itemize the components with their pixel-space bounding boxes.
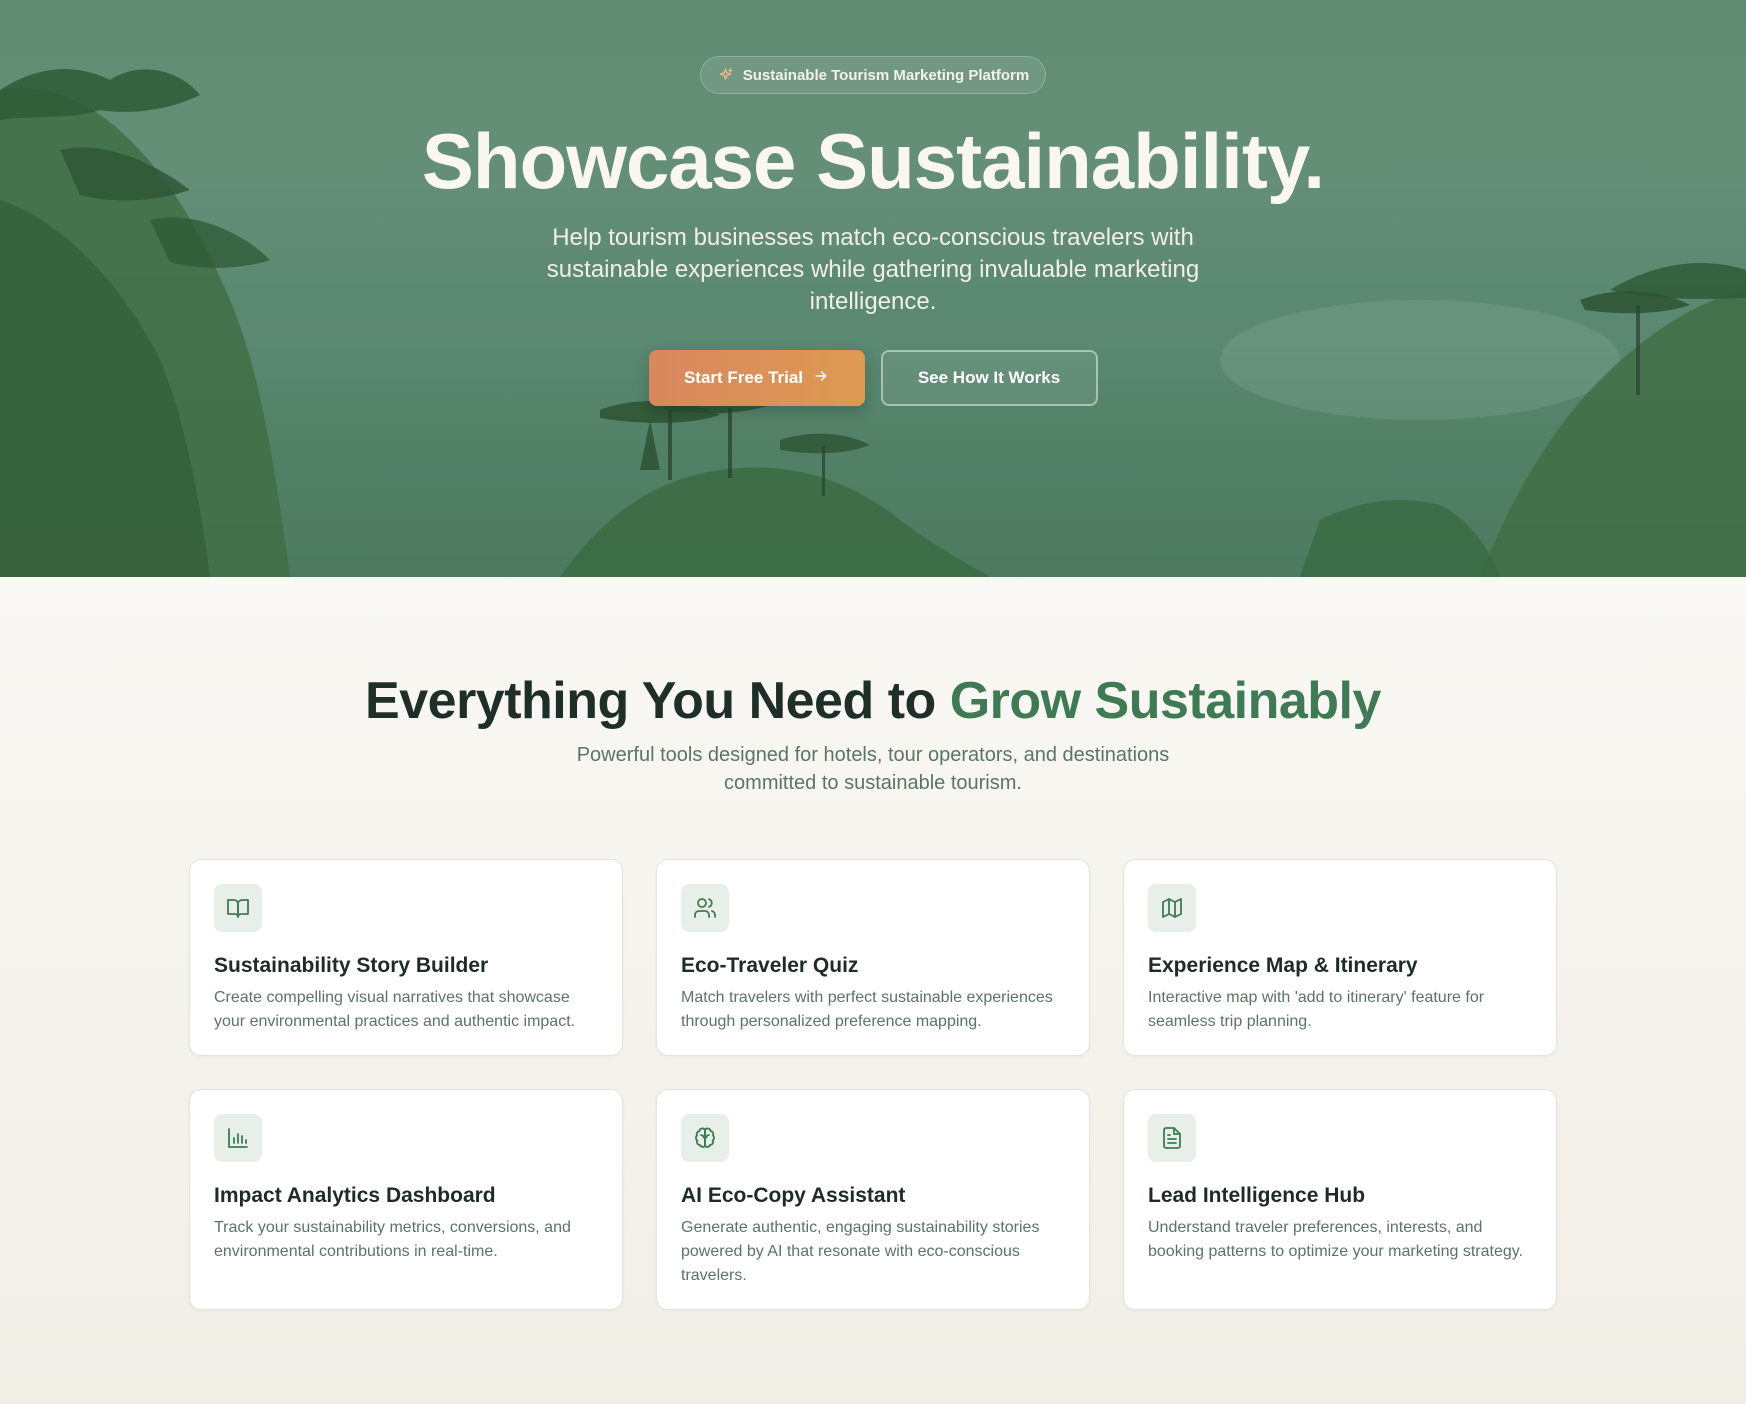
bar-chart-icon (214, 1114, 262, 1162)
feature-card-eco-traveler-quiz[interactable]: Eco-Traveler Quiz Match travelers with p… (656, 859, 1090, 1056)
feature-card-experience-map[interactable]: Experience Map & Itinerary Interactive m… (1123, 859, 1557, 1056)
feature-card-description: Understand traveler preferences, interes… (1148, 1219, 1523, 1260)
sparkles-icon (717, 67, 734, 84)
hero-title: Showcase Sustainability. (421, 117, 1325, 205)
features-subtitle: Powerful tools designed for hotels, tour… (576, 744, 1170, 794)
features-title-accent: Grow Sustainably (949, 672, 1382, 730)
feature-card-impact-analytics[interactable]: Impact Analytics Dashboard Track your su… (189, 1089, 623, 1310)
file-text-icon (1148, 1114, 1196, 1162)
feature-card-title: AI Eco-Copy Assistant (681, 1184, 906, 1207)
feature-card-description: Interactive map with 'add to itinerary' … (1148, 989, 1485, 1030)
feature-card-description: Create compelling visual narratives that… (214, 989, 576, 1030)
hero-badge: Sustainable Tourism Marketing Platform (699, 56, 1047, 94)
start-free-trial-label: Start Free Trial (683, 368, 804, 387)
see-how-it-works-label: See How It Works (917, 368, 1061, 387)
feature-card-description: Generate authentic, engaging sustainabil… (681, 1219, 1040, 1284)
hero-section: Sustainable Tourism Marketing Platform S… (0, 0, 1746, 577)
see-how-it-works-button[interactable]: See How It Works (880, 350, 1098, 406)
arrow-right-icon (813, 368, 829, 389)
start-free-trial-button[interactable]: Start Free Trial (648, 350, 865, 406)
feature-card-title: Lead Intelligence Hub (1148, 1184, 1366, 1207)
features-grid: Sustainability Story Builder Create comp… (189, 859, 1557, 1310)
features-title-main: Everything You Need to (365, 672, 950, 730)
feature-card-description: Match travelers with perfect sustainable… (681, 989, 1053, 1030)
map-icon (1148, 884, 1196, 932)
hero-subtitle: Help tourism businesses match eco-consci… (546, 224, 1200, 315)
feature-card-title: Sustainability Story Builder (214, 954, 489, 977)
feature-card-description: Track your sustainability metrics, conve… (214, 1219, 571, 1260)
users-icon (681, 884, 729, 932)
feature-card-lead-intelligence[interactable]: Lead Intelligence Hub Understand travele… (1123, 1089, 1557, 1310)
features-title: Everything You Need to Grow Sustainably (365, 669, 1381, 733)
feature-card-title: Impact Analytics Dashboard (214, 1184, 496, 1207)
brain-icon (681, 1114, 729, 1162)
features-section: Everything You Need to Grow Sustainably … (0, 577, 1746, 1404)
feature-card-story-builder[interactable]: Sustainability Story Builder Create comp… (189, 859, 623, 1056)
feature-card-title: Eco-Traveler Quiz (681, 954, 859, 977)
book-open-icon (214, 884, 262, 932)
hero-badge-label: Sustainable Tourism Marketing Platform (742, 66, 1030, 84)
feature-card-ai-eco-copy[interactable]: AI Eco-Copy Assistant Generate authentic… (656, 1089, 1090, 1310)
feature-card-title: Experience Map & Itinerary (1148, 954, 1418, 977)
